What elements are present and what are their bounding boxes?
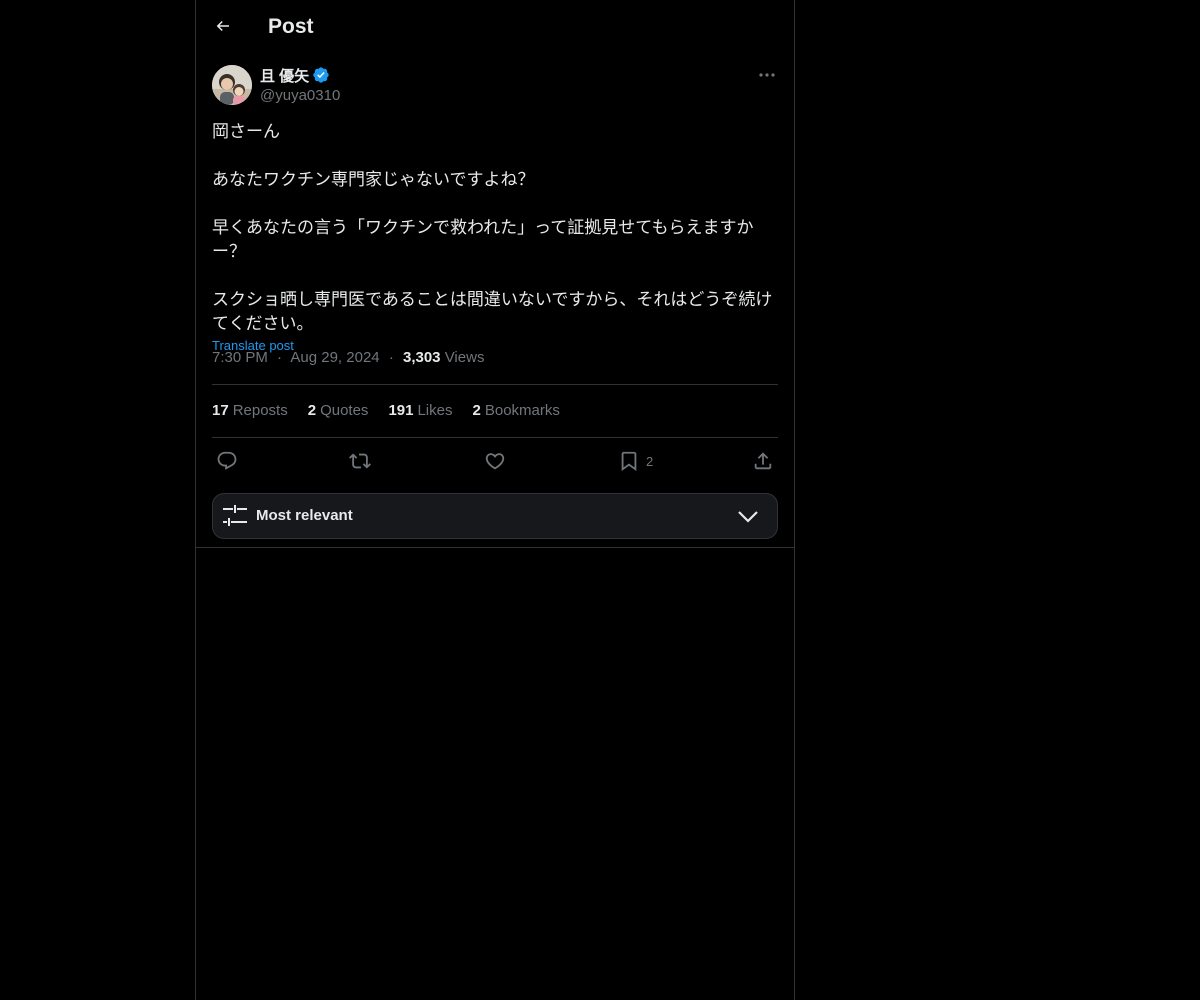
display-name[interactable]: 且 優矢 bbox=[260, 65, 309, 86]
views-label: Views bbox=[444, 349, 485, 366]
display-name-row: 且 優矢 bbox=[260, 64, 340, 86]
views-count: 3,303 bbox=[402, 349, 441, 366]
post-meta: 7:30 PM · Aug 29, 2024 · 3,303 Views bbox=[212, 348, 484, 368]
post-date[interactable]: Aug 29, 2024 bbox=[290, 349, 379, 366]
divider bbox=[196, 547, 794, 548]
author-names: 且 優矢 @yuya0310 bbox=[260, 64, 340, 106]
main-column: Post 且 優矢 @yuya0310 岡さーん あなたワクチン専門家じゃないで… bbox=[195, 0, 795, 1000]
meta-separator: · bbox=[277, 349, 283, 366]
bookmark-count: 2 bbox=[646, 453, 654, 469]
avatar-photo bbox=[212, 65, 252, 105]
bookmark-button[interactable]: 2 bbox=[618, 448, 653, 474]
stat-likes[interactable]: 191 Likes bbox=[388, 401, 452, 421]
sort-label: Most relevant bbox=[256, 507, 353, 524]
reply-icon bbox=[217, 451, 237, 470]
chevron-down-icon bbox=[738, 511, 758, 523]
post-article: 且 優矢 @yuya0310 岡さーん あなたワクチン専門家じゃないですよね？ … bbox=[212, 64, 778, 355]
repost-button[interactable] bbox=[349, 448, 371, 474]
share-button[interactable] bbox=[752, 448, 774, 474]
stat-reposts[interactable]: 17 Reposts bbox=[212, 401, 288, 421]
action-bar: 2 bbox=[212, 448, 778, 474]
back-button[interactable] bbox=[210, 13, 236, 39]
repost-icon bbox=[349, 453, 371, 469]
reply-button[interactable] bbox=[216, 448, 238, 474]
author-row: 且 優矢 @yuya0310 bbox=[212, 64, 778, 108]
post-text: 岡さーん あなたワクチン専門家じゃないですよね？ 早くあなたの言う「ワクチンで救… bbox=[212, 122, 773, 334]
stat-bookmarks[interactable]: 2 Bookmarks bbox=[473, 401, 560, 421]
page-title: Post bbox=[268, 15, 314, 38]
like-button[interactable] bbox=[484, 448, 506, 474]
divider bbox=[212, 437, 778, 438]
avatar[interactable] bbox=[212, 65, 252, 105]
more-options-button[interactable] bbox=[756, 66, 778, 84]
engagement-stats: 17 Reposts 2 Quotes 191 Likes 2 Bookmarks bbox=[212, 401, 580, 421]
bookmark-icon bbox=[621, 451, 637, 472]
author-handle[interactable]: @yuya0310 bbox=[260, 86, 340, 106]
page-header: Post bbox=[196, 0, 794, 53]
verified-badge-icon bbox=[312, 66, 330, 84]
post-time[interactable]: 7:30 PM bbox=[212, 349, 268, 366]
arrow-left-icon bbox=[216, 20, 229, 32]
share-icon bbox=[754, 452, 772, 470]
heart-icon bbox=[485, 453, 505, 470]
sliders-icon bbox=[223, 505, 247, 526]
meta-separator: · bbox=[388, 349, 394, 366]
more-dots-icon bbox=[759, 73, 775, 77]
reply-sort-dropdown[interactable]: Most relevant bbox=[212, 493, 778, 539]
divider bbox=[212, 384, 778, 385]
stat-quotes[interactable]: 2 Quotes bbox=[308, 401, 369, 421]
